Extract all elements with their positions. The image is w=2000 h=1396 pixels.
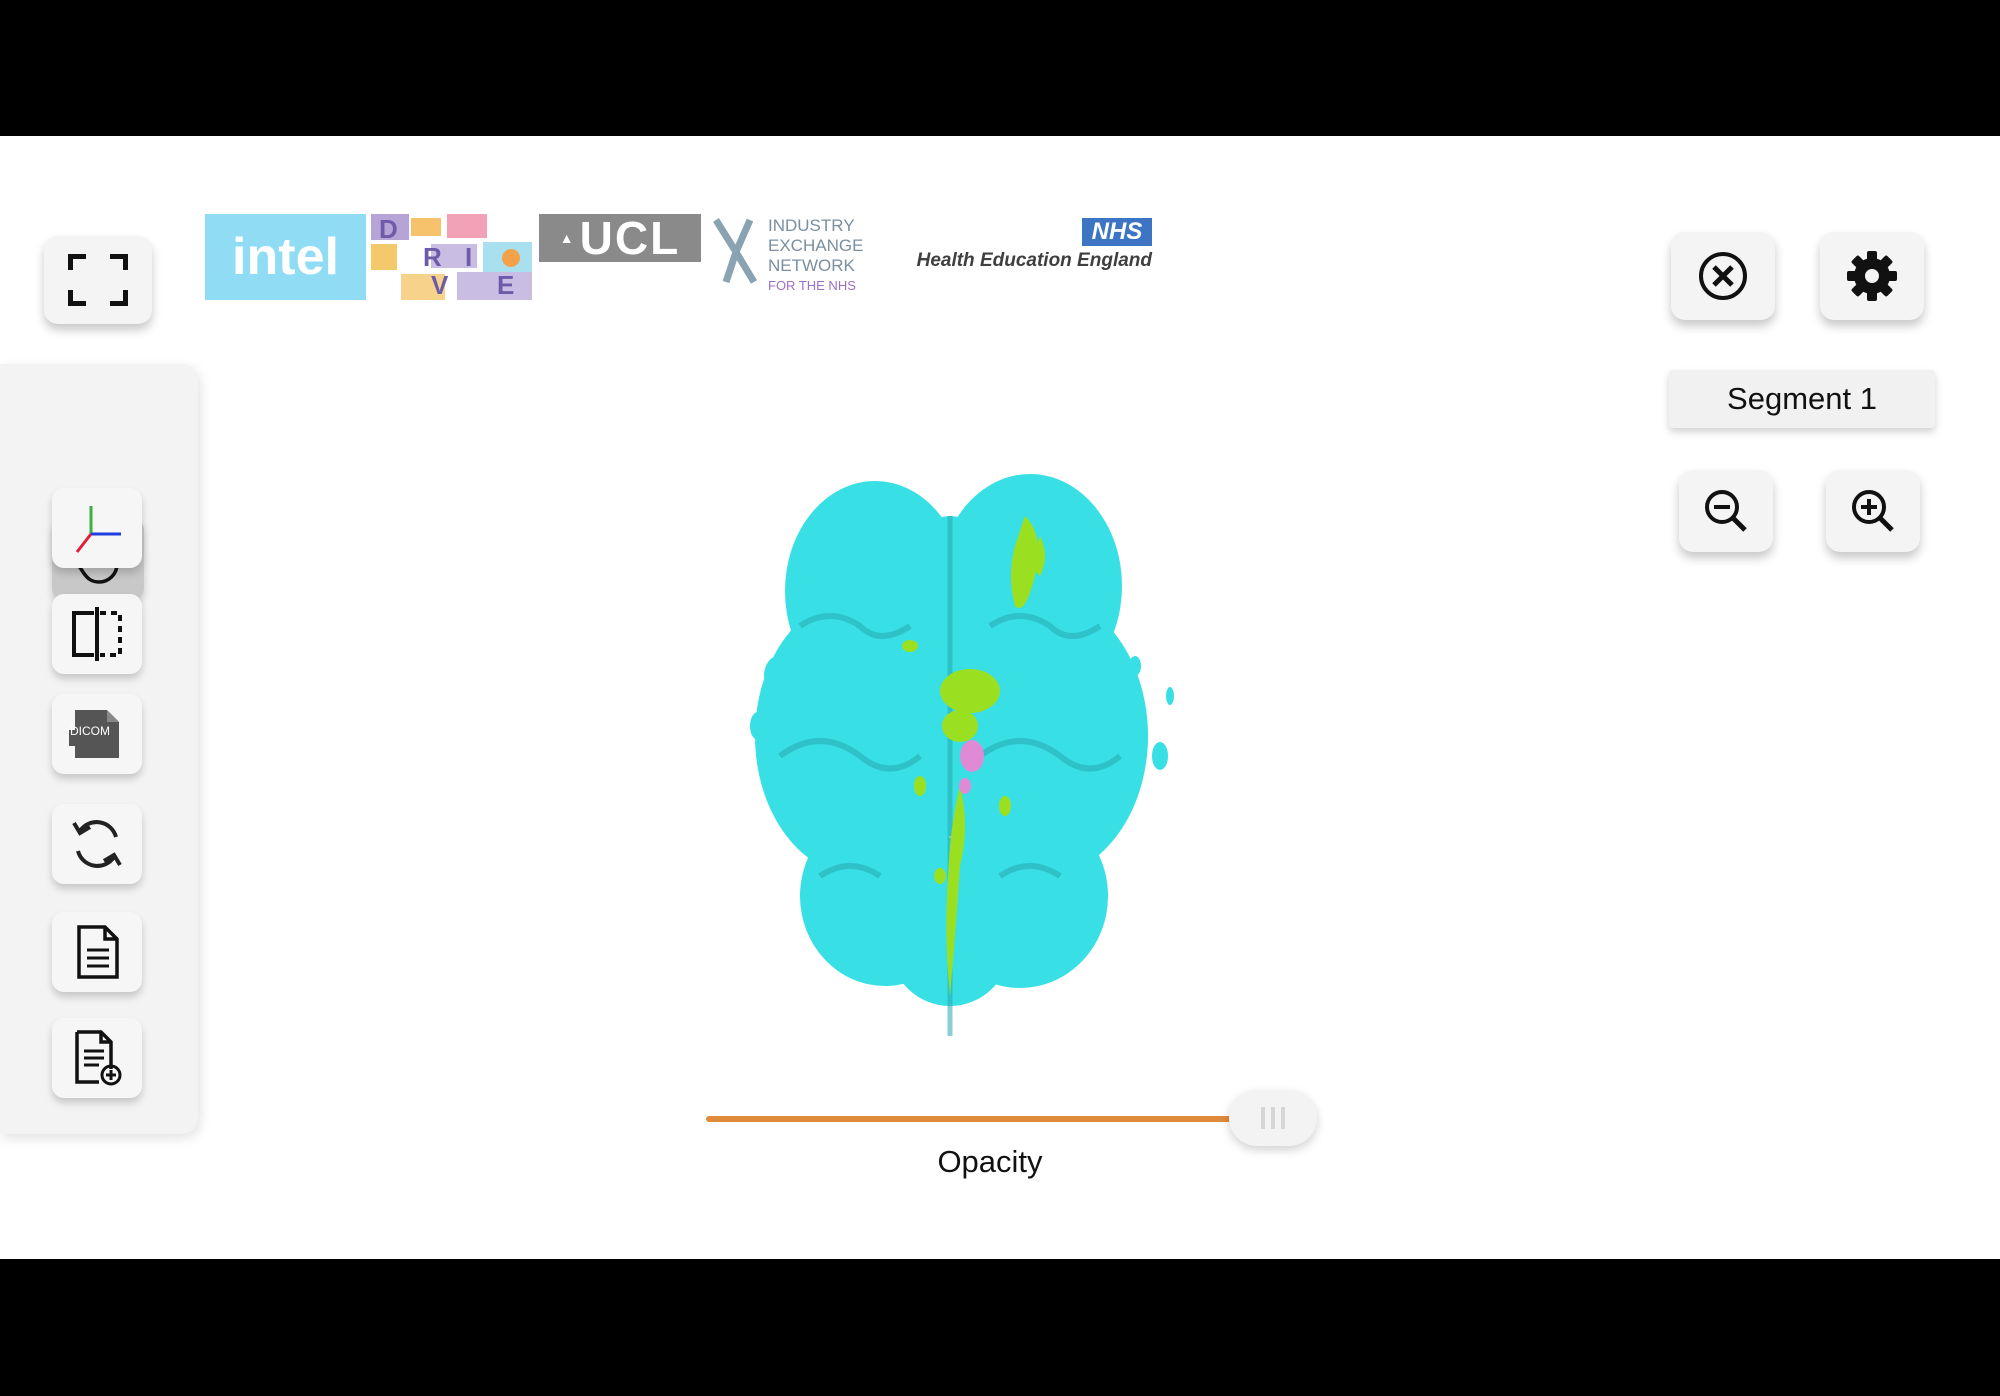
settings-button[interactable] — [1820, 232, 1924, 320]
refresh-icon — [72, 820, 122, 868]
iex-logo-mark — [713, 218, 758, 284]
segment-selector[interactable]: Segment 1 — [1669, 370, 1935, 428]
iex-line-4: FOR THE NHS — [768, 278, 856, 293]
dicom-import-button[interactable]: DICOM — [52, 694, 142, 774]
color-swatch[interactable] — [1837, 1140, 1940, 1245]
intel-logo: intel — [205, 214, 366, 300]
document-icon — [77, 925, 119, 979]
iex-logo: INDUSTRY EXCHANGE NETWORK FOR THE NHS — [710, 214, 870, 304]
reset-view-button[interactable] — [52, 804, 142, 884]
dicom-label: DICOM — [70, 724, 110, 738]
color-swatch[interactable] — [1850, 996, 2000, 1088]
color-swatch[interactable] — [1820, 1220, 1891, 1259]
color-swatch[interactable] — [1610, 924, 1820, 1144]
axes-tool-button[interactable] — [52, 488, 142, 568]
hee-text: Health Education England — [916, 250, 1152, 271]
ucl-logo: ▲ UCL — [539, 212, 701, 264]
gear-icon — [1847, 251, 1897, 301]
drive-letter-e: E — [497, 270, 515, 300]
color-swatch[interactable] — [1570, 1114, 1674, 1259]
drive-letter-r: R — [423, 242, 442, 272]
drive-letter-v: V — [431, 270, 449, 300]
color-wheel-hub — [1880, 1176, 2000, 1259]
drive-logo: D R I V E — [371, 214, 532, 300]
axes-icon — [75, 506, 121, 553]
close-button[interactable] — [1671, 232, 1775, 320]
intel-logo-text: intel — [232, 228, 339, 286]
ucl-portico-icon: ▲ — [559, 230, 574, 246]
ucl-logo-text: UCL — [579, 212, 681, 264]
split-view-icon — [72, 607, 122, 661]
opacity-label: Opacity — [937, 1144, 1043, 1179]
drive-letter-i: I — [465, 242, 473, 272]
letterbox-bottom — [0, 1259, 2000, 1396]
hee-logo: NHS Health Education England — [898, 218, 1152, 278]
split-view-button[interactable] — [52, 594, 142, 674]
iex-line-3: NETWORK — [768, 256, 855, 275]
brain-3d-render[interactable] — [740, 426, 1280, 1066]
nhs-badge: NHS — [1082, 218, 1152, 246]
report-button[interactable] — [52, 912, 142, 992]
color-swatch[interactable] — [1700, 1169, 1782, 1259]
letterbox-top — [0, 0, 2000, 136]
zoom-out-button[interactable] — [1679, 470, 1773, 552]
color-swatch[interactable] — [1782, 1088, 1910, 1220]
color-swatch[interactable] — [1674, 984, 1850, 1169]
fullscreen-button[interactable] — [44, 236, 152, 324]
color-wheel[interactable] — [1480, 736, 2000, 1259]
color-swatch[interactable] — [1910, 1116, 2000, 1192]
iex-line-1: INDUSTRY — [768, 216, 855, 235]
color-swatch[interactable] — [1760, 1195, 1837, 1259]
color-swatch[interactable] — [1880, 1056, 2000, 1140]
close-icon — [1699, 252, 1747, 300]
viewer-app: intel D R I V E ▲ UCL INDUSTRY EXCHANGE … — [0, 136, 2000, 1259]
fullscreen-icon — [68, 254, 128, 306]
drive-letter-d: D — [379, 214, 398, 244]
color-swatch[interactable] — [1785, 866, 2000, 984]
iex-line-2: EXCHANGE — [768, 236, 864, 255]
segment-label: Segment 1 — [1727, 381, 1877, 416]
color-swatch[interactable] — [1728, 1036, 1880, 1194]
new-report-button[interactable] — [52, 1018, 142, 1098]
opacity-slider-thumb[interactable] — [1229, 1090, 1317, 1146]
document-add-icon — [75, 1030, 122, 1086]
zoom-out-icon — [1705, 490, 1747, 532]
zoom-in-icon — [1852, 490, 1894, 532]
opacity-slider-track[interactable] — [706, 1116, 1235, 1122]
grip-icon — [1261, 1107, 1285, 1129]
color-swatch[interactable] — [1640, 1144, 1728, 1259]
drive-logo-letters: D R I V E — [371, 214, 532, 300]
color-swatch[interactable] — [1820, 936, 2000, 1036]
zoom-in-button[interactable] — [1826, 470, 1920, 552]
